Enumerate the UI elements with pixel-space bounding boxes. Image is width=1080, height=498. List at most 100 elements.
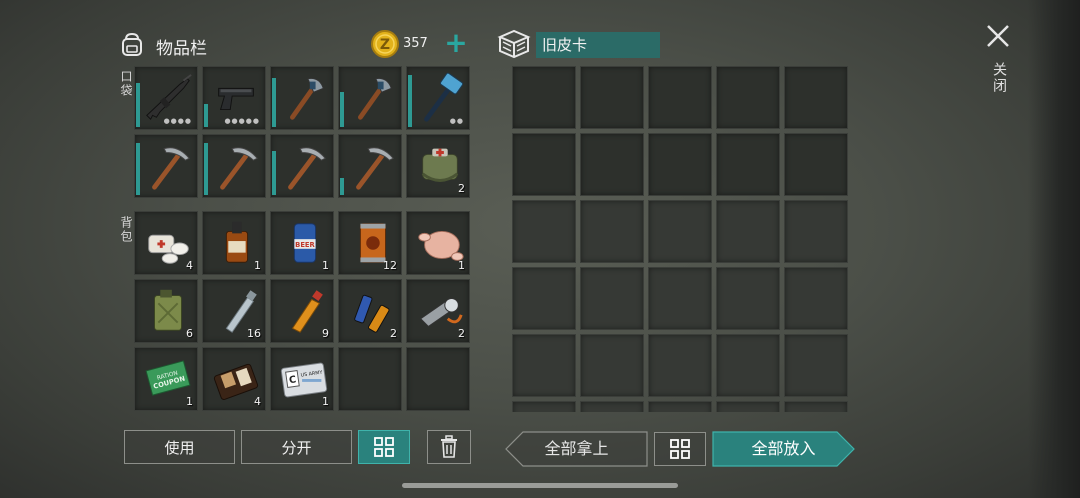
ammo-dots: ●●●● bbox=[163, 117, 192, 125]
slot-assault-rifle[interactable]: ●●●● bbox=[134, 66, 198, 130]
item-quantity: 1 bbox=[322, 259, 329, 272]
container-slot[interactable] bbox=[648, 334, 712, 397]
container-slot[interactable] bbox=[648, 66, 712, 129]
container-slot[interactable] bbox=[648, 267, 712, 330]
container-slot[interactable] bbox=[784, 200, 848, 263]
trash-icon bbox=[441, 435, 457, 458]
container-slot[interactable] bbox=[716, 267, 780, 330]
axe-icon bbox=[290, 77, 324, 120]
discard-button[interactable] bbox=[427, 430, 471, 464]
slot-axe[interactable] bbox=[270, 66, 334, 130]
take-all-label: 全部拿上 bbox=[544, 439, 609, 458]
container-slot[interactable] bbox=[784, 133, 848, 196]
container-slot[interactable] bbox=[784, 401, 848, 412]
use-button[interactable]: 使用 bbox=[124, 430, 235, 464]
split-button[interactable]: 分开 bbox=[241, 430, 352, 464]
slot-beer-can[interactable]: BEER 1 bbox=[270, 211, 334, 275]
pocket-label: 口袋 bbox=[119, 70, 133, 98]
container-slot[interactable] bbox=[716, 200, 780, 263]
slot-id-card[interactable]: C US ARMY 1 bbox=[270, 347, 334, 411]
svg-text:Z: Z bbox=[380, 37, 390, 53]
empty-slot[interactable] bbox=[406, 347, 470, 411]
item-quantity: 9 bbox=[322, 327, 329, 340]
pickaxe-icon bbox=[356, 147, 394, 190]
container-slot[interactable] bbox=[716, 401, 780, 412]
container-slot[interactable] bbox=[716, 133, 780, 196]
container-slot[interactable] bbox=[648, 401, 712, 412]
container-slot[interactable] bbox=[580, 133, 644, 196]
durability-bar bbox=[340, 178, 344, 195]
coin-count: 357 bbox=[403, 36, 428, 51]
put-all-label: 全部放入 bbox=[751, 439, 816, 458]
inventory-header: 物品栏 Z 357 + bbox=[118, 28, 470, 62]
item-quantity: 4 bbox=[254, 395, 261, 408]
container-slot[interactable] bbox=[512, 66, 576, 129]
slot-bandage-pills[interactable]: 4 bbox=[134, 211, 198, 275]
slot-soda-bottle[interactable]: 9 bbox=[270, 279, 334, 343]
sort-inventory-button[interactable] bbox=[358, 430, 410, 464]
container-slot[interactable] bbox=[716, 334, 780, 397]
grid-sort-icon bbox=[670, 439, 690, 459]
backpack-icon bbox=[122, 32, 142, 56]
slot-whiskey[interactable]: 1 bbox=[202, 211, 266, 275]
durability-bar bbox=[204, 143, 208, 195]
svg-text:BEER: BEER bbox=[295, 241, 315, 249]
slot-raw-chicken[interactable]: 1 bbox=[406, 211, 470, 275]
slot-pickaxe[interactable] bbox=[134, 134, 198, 198]
empty-slot[interactable] bbox=[338, 347, 402, 411]
slot-water-bottle[interactable]: 16 bbox=[202, 279, 266, 343]
container-slot[interactable] bbox=[716, 66, 780, 129]
slot-flashlight[interactable]: 2 bbox=[406, 279, 470, 343]
slot-first-aid-bag[interactable]: 2 bbox=[406, 134, 470, 198]
slot-pickaxe[interactable] bbox=[202, 134, 266, 198]
slot-pickaxe[interactable] bbox=[338, 134, 402, 198]
container-slot[interactable] bbox=[580, 200, 644, 263]
container-slot[interactable] bbox=[784, 66, 848, 129]
container-grid bbox=[512, 66, 848, 412]
pickaxe-icon bbox=[220, 147, 258, 190]
item-quantity: 1 bbox=[186, 395, 193, 408]
sort-container-button[interactable] bbox=[654, 432, 706, 466]
durability-bar bbox=[272, 78, 276, 127]
slot-ration-coupon[interactable]: RATION COUPON 1 bbox=[134, 347, 198, 411]
close-icon[interactable] bbox=[984, 22, 1012, 50]
item-quantity: 1 bbox=[254, 259, 261, 272]
container-slot[interactable] bbox=[580, 401, 644, 412]
container-slot[interactable] bbox=[512, 200, 576, 263]
inventory-title: 物品栏 bbox=[156, 39, 207, 59]
container-slot[interactable] bbox=[512, 401, 576, 412]
take-all-button[interactable]: 全部拿上 bbox=[505, 431, 648, 467]
container-header: 旧皮卡 bbox=[496, 28, 666, 62]
ammo-dots: ●● bbox=[449, 117, 464, 125]
container-grid-viewport[interactable] bbox=[512, 66, 850, 412]
container-slot[interactable] bbox=[784, 334, 848, 397]
slot-axe[interactable] bbox=[338, 66, 402, 130]
item-quantity: 4 bbox=[186, 259, 193, 272]
slot-wallet[interactable]: 4 bbox=[202, 347, 266, 411]
container-slot[interactable] bbox=[648, 200, 712, 263]
slot-canned-food[interactable]: 12 bbox=[338, 211, 402, 275]
grid-sort-icon bbox=[374, 437, 394, 457]
container-slot[interactable] bbox=[512, 267, 576, 330]
container-slot[interactable] bbox=[580, 334, 644, 397]
put-all-button[interactable]: 全部放入 bbox=[712, 431, 855, 467]
coin-icon: Z bbox=[371, 30, 399, 58]
slot-batteries[interactable]: 2 bbox=[338, 279, 402, 343]
close-label[interactable]: 关闭 bbox=[989, 62, 1009, 94]
axe-icon bbox=[358, 77, 392, 120]
slot-pistol[interactable]: ●●●●● bbox=[202, 66, 266, 130]
add-coins-button[interactable]: + bbox=[443, 29, 469, 59]
container-slot[interactable] bbox=[580, 267, 644, 330]
container-slot[interactable] bbox=[648, 133, 712, 196]
right-edge-shade bbox=[1028, 0, 1080, 498]
slot-jerry-can[interactable]: 6 bbox=[134, 279, 198, 343]
container-slot[interactable] bbox=[512, 133, 576, 196]
ammo-dots: ●●●●● bbox=[224, 117, 260, 125]
home-indicator[interactable] bbox=[402, 483, 678, 488]
container-slot[interactable] bbox=[580, 66, 644, 129]
slot-sledgehammer[interactable]: ●● bbox=[406, 66, 470, 130]
item-quantity: 6 bbox=[186, 327, 193, 340]
container-slot[interactable] bbox=[512, 334, 576, 397]
slot-pickaxe[interactable] bbox=[270, 134, 334, 198]
container-slot[interactable] bbox=[784, 267, 848, 330]
